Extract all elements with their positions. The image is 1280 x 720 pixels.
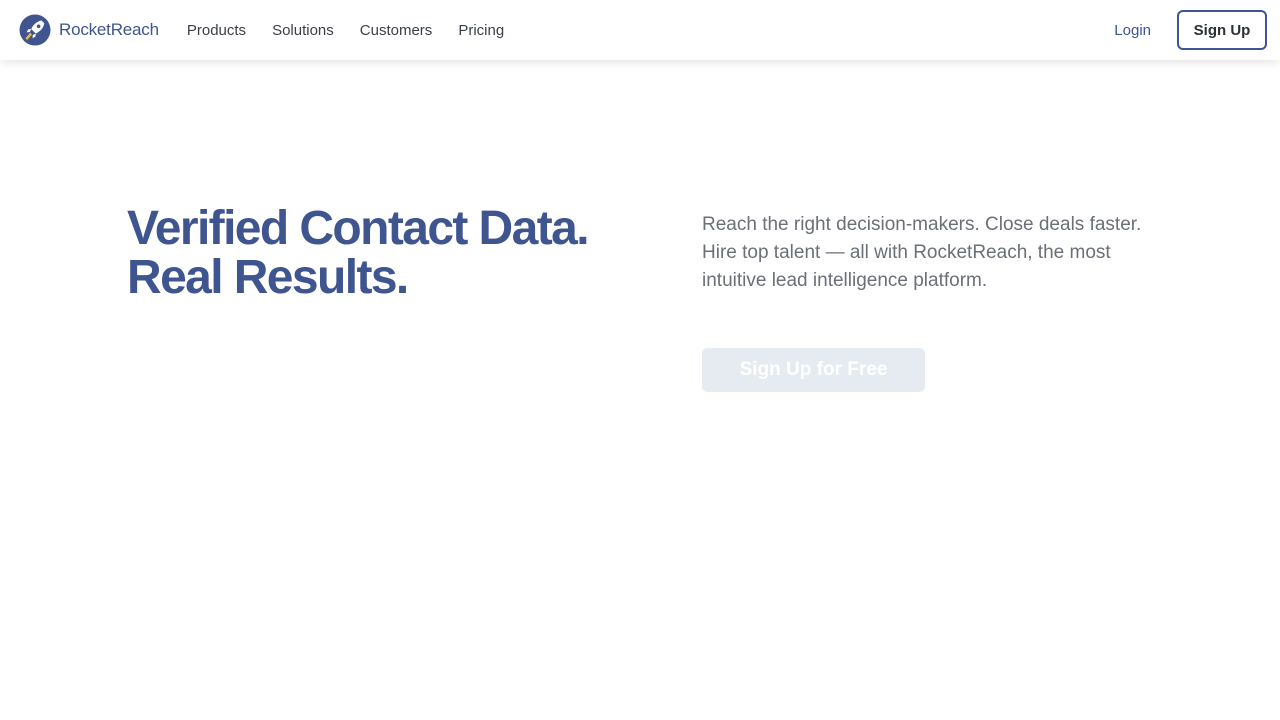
- hero-title-line-2: Real Results.: [127, 251, 409, 304]
- nav-item-solutions[interactable]: Solutions: [272, 22, 334, 39]
- hero-section: Verified Contact Data. Real Results. Rea…: [0, 60, 1280, 720]
- sign-up-button[interactable]: Sign Up: [1177, 10, 1267, 50]
- top-navbar: RocketReach Products Solutions Customers…: [0, 0, 1280, 60]
- nav-item-customers[interactable]: Customers: [360, 22, 433, 39]
- brand-name: RocketReach: [59, 20, 159, 39]
- sign-up-for-free-button[interactable]: Sign Up for Free: [702, 348, 925, 392]
- nav-item-pricing[interactable]: Pricing: [458, 22, 504, 39]
- nav-item-products[interactable]: Products: [187, 22, 246, 39]
- brand-home-link[interactable]: RocketReach: [19, 14, 159, 46]
- hero-title: Verified Contact Data. Real Results.: [127, 204, 667, 302]
- hero-description: Reach the right decision-makers. Close d…: [702, 214, 1142, 291]
- login-link[interactable]: Login: [1114, 22, 1151, 39]
- nav-actions: Login Sign Up: [1114, 10, 1267, 50]
- main-nav: Products Solutions Customers Pricing: [187, 22, 530, 39]
- hero-title-line-1: Verified Contact Data.: [127, 202, 590, 255]
- rocket-icon: [19, 14, 51, 46]
